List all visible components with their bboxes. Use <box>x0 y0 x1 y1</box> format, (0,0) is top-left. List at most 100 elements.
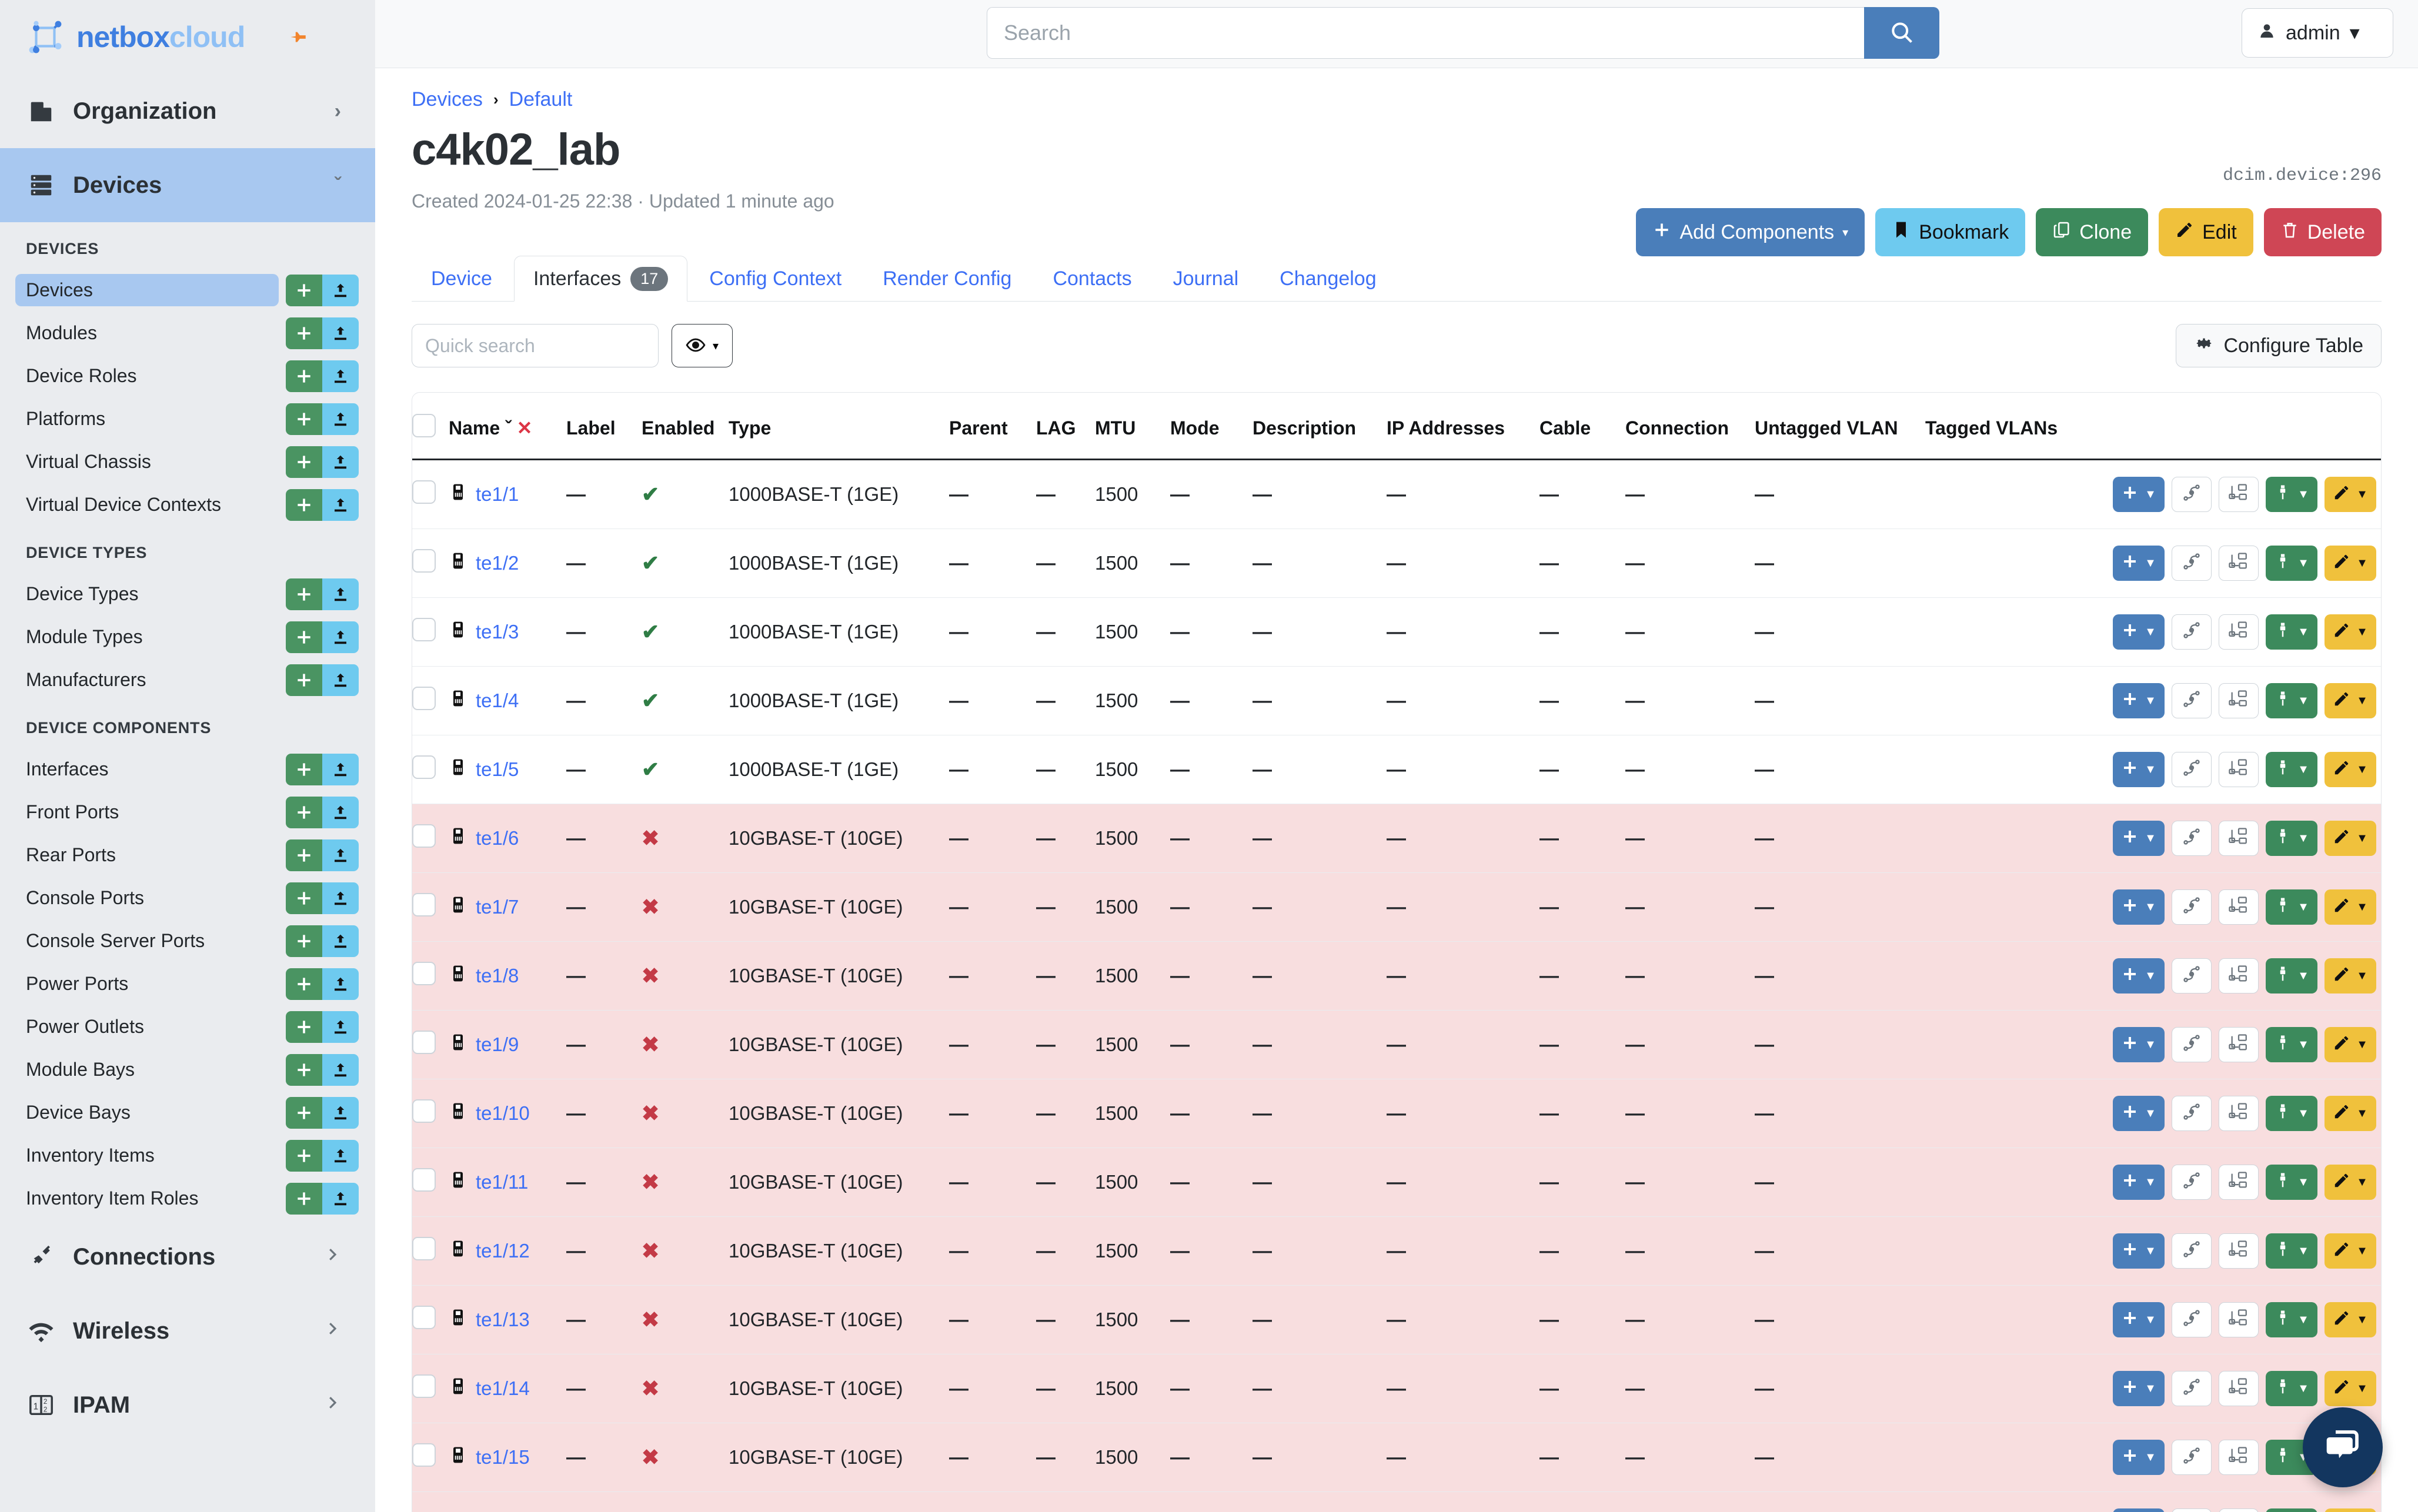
search-submit-button[interactable] <box>1864 7 1939 59</box>
sidebar-item-module-bays[interactable]: Module Bays <box>0 1048 375 1091</box>
sidebar-item-ipam[interactable]: 122 IPAM <box>0 1368 375 1442</box>
tab-contacts[interactable]: Contacts <box>1033 256 1151 301</box>
plus-icon[interactable] <box>286 968 322 1000</box>
edit-row-button[interactable]: ▼ <box>2325 1508 2376 1512</box>
connect-cable-button[interactable]: ▼ <box>2266 1096 2317 1131</box>
add-child-button[interactable]: ▼ <box>2113 1096 2165 1131</box>
plus-icon[interactable] <box>286 489 322 521</box>
interface-link[interactable]: te1/11 <box>476 1171 528 1193</box>
add-child-button[interactable]: ▼ <box>2113 614 2165 650</box>
upload-icon[interactable] <box>322 621 359 653</box>
sidebar-item-modules[interactable]: Modules <box>0 312 375 354</box>
connect-device-button[interactable] <box>2219 1165 2259 1200</box>
connect-cable-button[interactable]: ▼ <box>2266 1027 2317 1062</box>
connect-device-button[interactable] <box>2219 1027 2259 1062</box>
add-child-button[interactable]: ▼ <box>2113 1371 2165 1406</box>
user-menu-button[interactable]: admin ▾ <box>2242 8 2393 58</box>
connect-cable-button[interactable]: ▼ <box>2266 683 2317 718</box>
trace-cable-button[interactable] <box>2172 546 2212 581</box>
connect-device-button[interactable] <box>2219 752 2259 787</box>
row-checkbox[interactable] <box>412 618 436 641</box>
column-header-tagged-vlans[interactable]: Tagged VLANs <box>1925 393 2072 460</box>
upload-icon[interactable] <box>322 1097 359 1129</box>
edit-row-button[interactable]: ▼ <box>2325 1233 2376 1269</box>
plus-icon[interactable] <box>286 621 322 653</box>
add-child-button[interactable]: ▼ <box>2113 1027 2165 1062</box>
interface-link[interactable]: te1/7 <box>476 896 519 918</box>
upload-icon[interactable] <box>322 882 359 914</box>
tab-render-config[interactable]: Render Config <box>863 256 1031 301</box>
plus-icon[interactable] <box>286 578 322 610</box>
trace-cable-button[interactable] <box>2172 614 2212 650</box>
sidebar-item-interfaces[interactable]: Interfaces <box>0 748 375 791</box>
row-checkbox[interactable] <box>412 687 436 710</box>
plus-icon[interactable] <box>286 1140 322 1172</box>
sidebar-item-manufacturers[interactable]: Manufacturers <box>0 658 375 701</box>
plus-icon[interactable] <box>286 1011 322 1043</box>
column-header-label[interactable]: Label <box>566 393 642 460</box>
edit-row-button[interactable]: ▼ <box>2325 1096 2376 1131</box>
trace-cable-button[interactable] <box>2172 821 2212 856</box>
trace-cable-button[interactable] <box>2172 1165 2212 1200</box>
sidebar-item-power-ports[interactable]: Power Ports <box>0 962 375 1005</box>
row-checkbox[interactable] <box>412 549 436 573</box>
trace-cable-button[interactable] <box>2172 958 2212 993</box>
row-checkbox[interactable] <box>412 1443 436 1467</box>
trace-cable-button[interactable] <box>2172 683 2212 718</box>
edit-row-button[interactable]: ▼ <box>2325 1027 2376 1062</box>
sidebar-item-device-types[interactable]: Device Types <box>0 573 375 615</box>
column-header-cable[interactable]: Cable <box>1539 393 1625 460</box>
column-header-lag[interactable]: LAG <box>1036 393 1095 460</box>
upload-icon[interactable] <box>322 578 359 610</box>
plus-icon[interactable] <box>286 839 322 871</box>
connect-device-button[interactable] <box>2219 477 2259 512</box>
add-child-button[interactable]: ▼ <box>2113 1440 2165 1475</box>
tab-interfaces[interactable]: Interfaces 17 <box>514 256 687 302</box>
breadcrumb-item-default[interactable]: Default <box>509 88 573 111</box>
connect-cable-button[interactable]: ▼ <box>2266 477 2317 512</box>
edit-row-button[interactable]: ▼ <box>2325 752 2376 787</box>
edit-row-button[interactable]: ▼ <box>2325 1371 2376 1406</box>
upload-icon[interactable] <box>322 403 359 435</box>
row-checkbox[interactable] <box>412 1306 436 1329</box>
plus-icon[interactable] <box>286 925 322 957</box>
column-header-ip-addresses[interactable]: IP Addresses <box>1387 393 1539 460</box>
plus-icon[interactable] <box>286 664 322 696</box>
interface-link[interactable]: te1/13 <box>476 1309 530 1331</box>
upload-icon[interactable] <box>322 664 359 696</box>
connect-cable-button[interactable]: ▼ <box>2266 546 2317 581</box>
plus-icon[interactable] <box>286 1054 322 1086</box>
plus-icon[interactable] <box>286 317 322 349</box>
trace-cable-button[interactable] <box>2172 752 2212 787</box>
interface-link[interactable]: te1/15 <box>476 1446 530 1468</box>
connect-cable-button[interactable]: ▼ <box>2266 889 2317 925</box>
interface-link[interactable]: te1/5 <box>476 758 519 781</box>
trace-cable-button[interactable] <box>2172 1371 2212 1406</box>
sidebar-item-devices[interactable]: Devices ˇ <box>0 148 375 222</box>
upload-icon[interactable] <box>322 1011 359 1043</box>
sidebar-item-device-roles[interactable]: Device Roles <box>0 354 375 397</box>
column-header-enabled[interactable]: Enabled <box>642 393 729 460</box>
row-checkbox[interactable] <box>412 824 436 848</box>
sidebar-item-console-ports[interactable]: Console Ports <box>0 877 375 919</box>
connect-cable-button[interactable]: ▼ <box>2266 1233 2317 1269</box>
trace-cable-button[interactable] <box>2172 889 2212 925</box>
sidebar-item-virtual-chassis[interactable]: Virtual Chassis <box>0 440 375 483</box>
upload-icon[interactable] <box>322 1140 359 1172</box>
sidebar-item-wireless[interactable]: Wireless <box>0 1294 375 1368</box>
interface-link[interactable]: te1/1 <box>476 483 519 506</box>
connect-cable-button[interactable]: ▼ <box>2266 958 2317 993</box>
connect-device-button[interactable] <box>2219 1371 2259 1406</box>
column-header-untagged-vlan[interactable]: Untagged VLAN <box>1755 393 1925 460</box>
sidebar-item-inventory-item-roles[interactable]: Inventory Item Roles <box>0 1177 375 1220</box>
edit-row-button[interactable]: ▼ <box>2325 1302 2376 1337</box>
trace-cable-button[interactable] <box>2172 1027 2212 1062</box>
configure-table-button[interactable]: Configure Table <box>2176 324 2382 367</box>
add-child-button[interactable]: ▼ <box>2113 1302 2165 1337</box>
connect-device-button[interactable] <box>2219 546 2259 581</box>
upload-icon[interactable] <box>322 1183 359 1215</box>
interface-link[interactable]: te1/14 <box>476 1377 530 1400</box>
row-checkbox[interactable] <box>412 1374 436 1398</box>
plus-icon[interactable] <box>286 1183 322 1215</box>
column-header-description[interactable]: Description <box>1253 393 1387 460</box>
